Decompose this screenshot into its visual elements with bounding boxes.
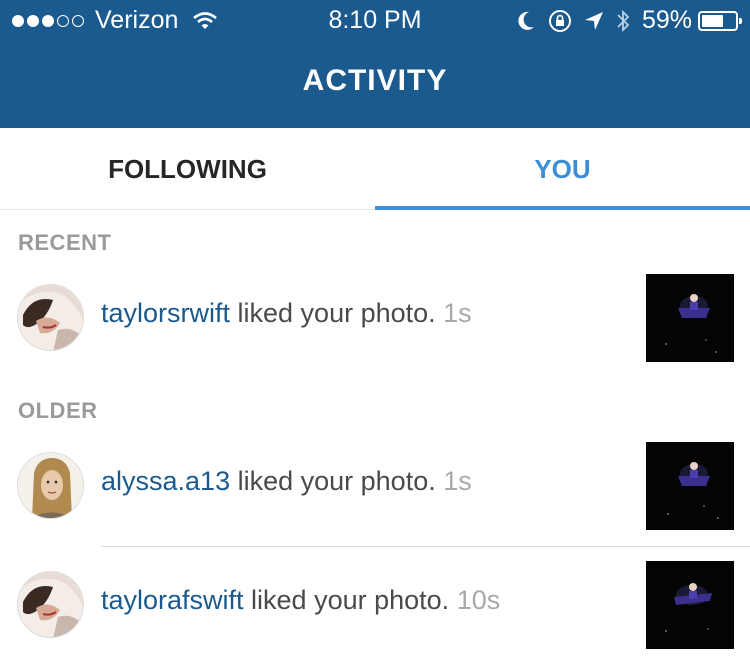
bluetooth-icon xyxy=(617,9,630,32)
avatar-image xyxy=(18,572,83,637)
photo-thumbnail[interactable] xyxy=(646,274,734,362)
page-title: ACTIVITY xyxy=(302,64,448,97)
list-item[interactable]: taylorafswift liked your photo. 10s xyxy=(0,557,750,653)
activity-time: 1s xyxy=(443,298,472,328)
tab-following[interactable]: FOLLOWING xyxy=(0,128,375,210)
activity-text: taylorafswift liked your photo. 10s xyxy=(101,585,500,616)
photo-thumbnail[interactable] xyxy=(646,442,734,530)
username-link[interactable]: alyssa.a13 xyxy=(101,466,230,496)
activity-header: Verizon 8:10 PM 59% ACTIVITY xyxy=(0,0,750,128)
photo-thumbnail[interactable] xyxy=(646,561,734,649)
avatar[interactable] xyxy=(17,284,84,351)
activity-time: 10s xyxy=(456,585,501,615)
activity-text: taylorsrwift liked your photo. 1s xyxy=(101,298,472,329)
activity-tabs: FOLLOWING YOU xyxy=(0,128,750,210)
moon-icon xyxy=(518,11,534,30)
activity-time: 1s xyxy=(443,466,472,496)
tab-you[interactable]: YOU xyxy=(375,128,750,210)
avatar-image xyxy=(18,285,83,350)
list-item[interactable]: alyssa.a13 liked your photo. 1s xyxy=(0,438,750,534)
rotation-lock-icon xyxy=(548,9,571,32)
status-bar: Verizon 8:10 PM 59% xyxy=(0,0,750,40)
avatar-image xyxy=(18,453,83,518)
list-item[interactable]: taylorsrwift liked your photo. 1s xyxy=(0,270,750,366)
section-header-recent: RECENT xyxy=(18,230,112,255)
location-arrow-icon xyxy=(584,11,603,30)
username-link[interactable]: taylorsrwift xyxy=(101,298,230,328)
activity-action: liked your photo. xyxy=(230,298,444,328)
battery-icon xyxy=(698,10,742,31)
avatar[interactable] xyxy=(17,571,84,638)
activity-action: liked your photo. xyxy=(230,466,444,496)
section-header-older: OLDER xyxy=(18,398,98,423)
activity-action: liked your photo. xyxy=(243,585,457,615)
battery-percent: 59% xyxy=(641,6,692,34)
status-right: 59% xyxy=(504,6,742,35)
avatar[interactable] xyxy=(17,452,84,519)
username-link[interactable]: taylorafswift xyxy=(101,585,244,615)
row-divider xyxy=(101,546,750,547)
activity-text: alyssa.a13 liked your photo. 1s xyxy=(101,466,472,497)
